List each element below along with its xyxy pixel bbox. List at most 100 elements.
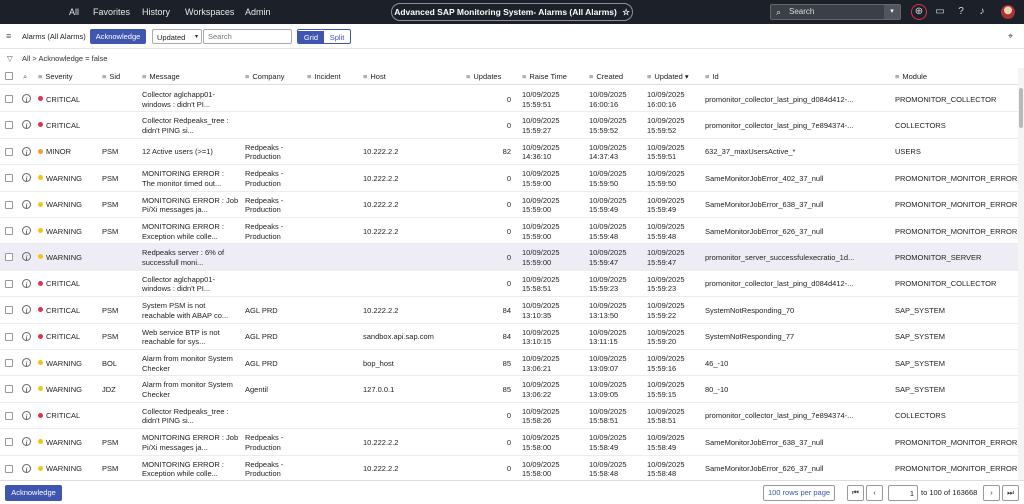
info-icon[interactable]: i (22, 94, 31, 103)
module-cell[interactable]: PROMONITOR_MONITOR_ERROR (895, 464, 1017, 474)
search-scope-dropdown[interactable]: ▾ (884, 5, 900, 19)
info-icon[interactable]: i (22, 120, 31, 130)
info-icon[interactable]: i (22, 331, 31, 341)
row-checkbox[interactable] (5, 464, 13, 473)
module-cell[interactable]: COLLECTORS (895, 121, 946, 131)
global-search[interactable]: ⌕ Search ▾ (770, 4, 901, 20)
column-header-raise-time[interactable]: ≡ Raise Time (522, 68, 567, 85)
module-cell[interactable]: PROMONITOR_MONITOR_ERROR (895, 200, 1017, 210)
table-row[interactable]: i CRITICAL PSM System PSM is not reachable w… (0, 297, 1018, 324)
chat-icon[interactable]: ▭ (933, 5, 947, 19)
table-row[interactable]: i CRITICAL PSM Web service BTP is not reacha… (0, 324, 1018, 350)
grid-view-button[interactable]: Grid (298, 31, 324, 43)
sort-field-select[interactable]: Updated ▾ (152, 29, 202, 44)
severity-cell[interactable]: WARNING (38, 253, 82, 263)
table-row[interactable]: i WARNING Redpeaks server : 6% of successfu… (0, 244, 1018, 271)
table-row[interactable]: i CRITICAL Collector aglchapp01- windows : … (0, 86, 1018, 113)
nav-workspaces[interactable]: Workspaces (185, 0, 234, 24)
info-icon[interactable]: i (22, 146, 31, 156)
row-checkbox[interactable] (5, 438, 13, 447)
info-icon[interactable]: i (22, 358, 31, 367)
severity-cell[interactable]: CRITICAL (38, 279, 80, 289)
module-cell[interactable]: SAP_SYSTEM (895, 306, 945, 316)
row-checkbox[interactable] (5, 385, 13, 394)
column-search-icon[interactable]: ⌕ (23, 68, 27, 85)
pin-icon[interactable]: ⌖ (1008, 29, 1013, 44)
severity-cell[interactable]: WARNING (38, 438, 82, 448)
info-icon[interactable]: i (22, 305, 31, 315)
rows-per-page-button[interactable]: 100 rows per page (763, 485, 835, 501)
module-cell[interactable]: PROMONITOR_MONITOR_ERROR (895, 438, 1017, 448)
severity-cell[interactable]: WARNING (38, 174, 82, 184)
module-cell[interactable]: PROMONITOR_COLLECTOR (895, 279, 996, 289)
next-page-icon[interactable]: › (983, 485, 1000, 501)
column-header-incident[interactable]: ≡ Incident (307, 68, 341, 85)
info-icon[interactable]: i (22, 384, 31, 394)
module-cell[interactable]: PROMONITOR_COLLECTOR (895, 95, 996, 105)
row-checkbox[interactable] (5, 359, 13, 367)
row-checkbox[interactable] (5, 253, 13, 262)
row-checkbox[interactable] (5, 121, 13, 130)
table-row[interactable]: i CRITICAL Collector aglchapp01- windows : … (0, 271, 1018, 298)
table-row[interactable]: i WARNING PSM MONITORING ERROR : Exception w… (0, 456, 1018, 482)
info-icon[interactable]: i (22, 199, 31, 209)
hamburger-menu-icon[interactable]: ≡ (6, 29, 11, 44)
help-icon[interactable]: ? (954, 5, 968, 19)
favorite-star-icon[interactable]: ☆ (622, 7, 630, 17)
row-checkbox[interactable] (5, 279, 13, 288)
table-row[interactable]: i WARNING JDZ Alarm from monitor System Chec… (0, 376, 1018, 403)
module-cell[interactable]: PROMONITOR_MONITOR_ERROR (895, 174, 1017, 184)
severity-cell[interactable]: CRITICAL (38, 95, 80, 105)
row-checkbox[interactable] (5, 95, 13, 103)
info-icon[interactable]: i (22, 278, 31, 288)
info-icon[interactable]: i (22, 463, 31, 473)
column-header-updated[interactable]: ≡ Updated ▾ (647, 68, 689, 85)
severity-cell[interactable]: CRITICAL (38, 411, 80, 421)
row-checkbox[interactable] (5, 227, 13, 235)
list-search-input[interactable] (203, 29, 292, 44)
info-icon[interactable]: i (22, 437, 31, 447)
filter-breadcrumb[interactable]: All > Acknowledge = false (22, 52, 107, 66)
row-checkbox[interactable] (5, 174, 13, 183)
module-cell[interactable]: COLLECTORS (895, 411, 946, 421)
module-cell[interactable]: SAP_SYSTEM (895, 332, 945, 342)
info-icon[interactable]: i (22, 410, 31, 420)
select-all-checkbox[interactable] (5, 72, 13, 80)
column-header-severity[interactable]: ≡ Severity (38, 68, 72, 85)
severity-cell[interactable]: CRITICAL (38, 306, 80, 316)
column-header-id[interactable]: ≡ Id (705, 68, 719, 85)
table-row[interactable]: i WARNING PSM MONITORING ERROR : Job Pi/Xi m… (0, 192, 1018, 218)
row-checkbox[interactable] (5, 332, 13, 341)
globe-icon[interactable]: ⊕ (911, 4, 927, 20)
severity-cell[interactable]: CRITICAL (38, 332, 80, 342)
severity-cell[interactable]: MINOR (38, 147, 71, 157)
column-header-module[interactable]: ≡ Module (895, 68, 927, 85)
context-title-pill[interactable]: Advanced SAP Monitoring System- Alarms (… (391, 3, 633, 21)
table-row[interactable]: i CRITICAL Collector Redpeaks_tree : didn't… (0, 403, 1018, 430)
info-icon[interactable]: i (22, 226, 31, 235)
info-icon[interactable]: i (22, 173, 31, 183)
first-page-icon[interactable]: ⏮ (847, 485, 864, 501)
split-view-button[interactable]: Split (324, 31, 350, 43)
column-header-sid[interactable]: ≡ Sid (102, 68, 120, 85)
severity-cell[interactable]: CRITICAL (38, 121, 80, 131)
info-icon[interactable]: i (22, 252, 31, 262)
severity-cell[interactable]: WARNING (38, 359, 82, 369)
nav-all[interactable]: All (69, 0, 79, 24)
row-checkbox[interactable] (5, 200, 13, 209)
table-row[interactable]: i WARNING PSM MONITORING ERROR : Job Pi/Xi m… (0, 429, 1018, 456)
table-row[interactable]: i WARNING PSM MONITORING ERROR : Exception w… (0, 218, 1018, 245)
module-cell[interactable]: SAP_SYSTEM (895, 359, 945, 369)
severity-cell[interactable]: WARNING (38, 464, 82, 474)
column-header-created[interactable]: ≡ Created (589, 68, 623, 85)
module-cell[interactable]: USERS (895, 147, 921, 157)
nav-admin[interactable]: Admin (245, 0, 271, 24)
nav-favorites[interactable]: Favorites (93, 0, 130, 24)
user-avatar[interactable] (1001, 5, 1015, 19)
row-checkbox[interactable] (5, 147, 13, 156)
nav-history[interactable]: History (142, 0, 170, 24)
table-row[interactable]: i MINOR PSM 12 Active users (>=1) Redpeaks -… (0, 139, 1018, 166)
module-cell[interactable]: PROMONITOR_MONITOR_ERROR (895, 227, 1017, 237)
table-row[interactable]: i CRITICAL Collector Redpeaks_tree : didn't… (0, 112, 1018, 139)
vertical-scrollbar[interactable] (1018, 68, 1024, 480)
